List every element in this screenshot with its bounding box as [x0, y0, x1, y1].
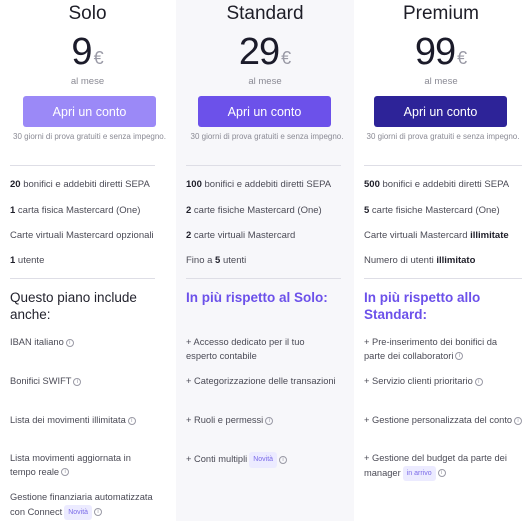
plan-price: 99 €	[364, 30, 518, 74]
extra-feature: IBAN italiano i	[10, 336, 165, 350]
plan-name: Standard	[226, 3, 304, 24]
new-badge: Novità	[249, 452, 278, 468]
coming-soon-badge: in arrivo	[402, 465, 436, 481]
extra-feature: Gestione finanziaria automatizzata con C…	[10, 491, 170, 520]
currency-symbol: €	[457, 48, 468, 68]
feature-item: 2 carte fisiche Mastercard (One)	[186, 205, 322, 216]
info-circle-icon[interactable]: i	[61, 468, 70, 477]
extra-feature: + Categorizzazione delle transazioni	[186, 376, 336, 386]
plan-column-standard: Standard 29 € al mese Apri un conto 30 gi…	[176, 0, 354, 521]
extra-feature: + Gestione del budget da parte dei manag…	[364, 452, 522, 481]
extra-feature: + Conti multipli Novità i	[186, 452, 346, 468]
divider	[10, 165, 155, 166]
info-circle-icon[interactable]: i	[73, 377, 82, 386]
info-circle-icon[interactable]: i	[514, 416, 523, 425]
includes-heading: In più rispetto allo Standard:	[364, 290, 481, 322]
info-circle-icon[interactable]: i	[265, 416, 274, 425]
plan-price: 9 €	[10, 30, 165, 74]
extra-feature: Lista movimenti aggiornata in tempo real…	[10, 453, 131, 477]
divider	[186, 165, 341, 166]
feature-item: 100 bonifici e addebiti diretti SEPA	[186, 179, 332, 190]
trial-note: 30 giorni di prova gratuiti e senza impe…	[190, 132, 344, 141]
new-badge: Novità	[64, 504, 93, 520]
extra-feature: Bonifici SWIFT i	[10, 375, 165, 389]
price-period: al mese	[70, 76, 105, 87]
divider	[10, 278, 155, 279]
trial-note: 30 giorni di prova gratuiti e senza impe…	[13, 132, 166, 141]
feature-item: Numero di utenti illimitato	[364, 255, 476, 266]
divider	[186, 278, 341, 279]
currency-symbol: €	[281, 48, 292, 68]
divider	[364, 278, 522, 279]
plan-column-solo: Solo 9 € al mese Apri un conto 30 giorni …	[0, 0, 175, 521]
open-account-button[interactable]: Apri un conto	[374, 96, 507, 127]
plan-column-premium: Premium 99 € al mese Apri un conto 30 gio…	[354, 0, 528, 521]
extra-feature: + Pre-inserimento dei bonifici da parte …	[364, 337, 498, 361]
feature-item: 1 carta fisica Mastercard (One)	[10, 205, 141, 216]
feature-item: 1 utente	[10, 255, 45, 266]
extra-feature: Lista dei movimenti illimitata i	[10, 414, 165, 428]
info-circle-icon[interactable]: i	[279, 455, 288, 464]
feature-item: Fino a 5 utenti	[186, 255, 247, 266]
feature-item: 5 carte fisiche Mastercard (One)	[364, 205, 500, 216]
info-circle-icon[interactable]: i	[455, 352, 464, 361]
info-circle-icon[interactable]: i	[437, 469, 446, 478]
price-period: al mese	[248, 76, 282, 87]
plan-name: Solo	[68, 3, 107, 24]
includes-heading: Questo piano include anche:	[10, 290, 137, 322]
price-value: 9	[71, 31, 92, 73]
price-period: al mese	[424, 76, 458, 87]
extra-feature: + Ruoli e permessi i	[186, 414, 346, 428]
feature-item: 2 carte virtuali Mastercard	[186, 230, 296, 241]
extra-feature: + Gestione personalizzata del conto i	[364, 414, 524, 428]
currency-symbol: €	[93, 48, 104, 68]
pricing-table: Solo 9 € al mese Apri un conto 30 giorni …	[0, 0, 528, 521]
price-value: 29	[238, 31, 280, 73]
feature-item: 500 bonifici e addebiti diretti SEPA	[364, 179, 510, 190]
extra-feature: + Servizio clienti prioritario i	[364, 375, 522, 389]
open-account-button[interactable]: Apri un conto	[23, 96, 156, 127]
feature-item: 20 bonifici e addebiti diretti SEPA	[10, 179, 150, 190]
info-circle-icon[interactable]: i	[127, 416, 136, 425]
feature-item: Carte virtuali Mastercard illimitate	[364, 230, 509, 241]
info-circle-icon[interactable]: i	[94, 508, 103, 517]
info-circle-icon[interactable]: i	[65, 338, 74, 347]
extra-feature: + Accesso dedicato per il tuo esperto co…	[186, 337, 305, 361]
plan-name: Premium	[402, 3, 479, 24]
feature-item: Carte virtuali Mastercard opzionali	[10, 230, 154, 241]
trial-note: 30 giorni di prova gratuiti e senza impe…	[366, 132, 520, 141]
divider	[364, 165, 522, 166]
info-circle-icon[interactable]: i	[474, 377, 483, 386]
price-value: 99	[414, 31, 456, 73]
open-account-button[interactable]: Apri un conto	[198, 96, 331, 127]
plan-price: 29 €	[186, 30, 344, 74]
includes-heading: In più rispetto al Solo:	[186, 290, 328, 305]
